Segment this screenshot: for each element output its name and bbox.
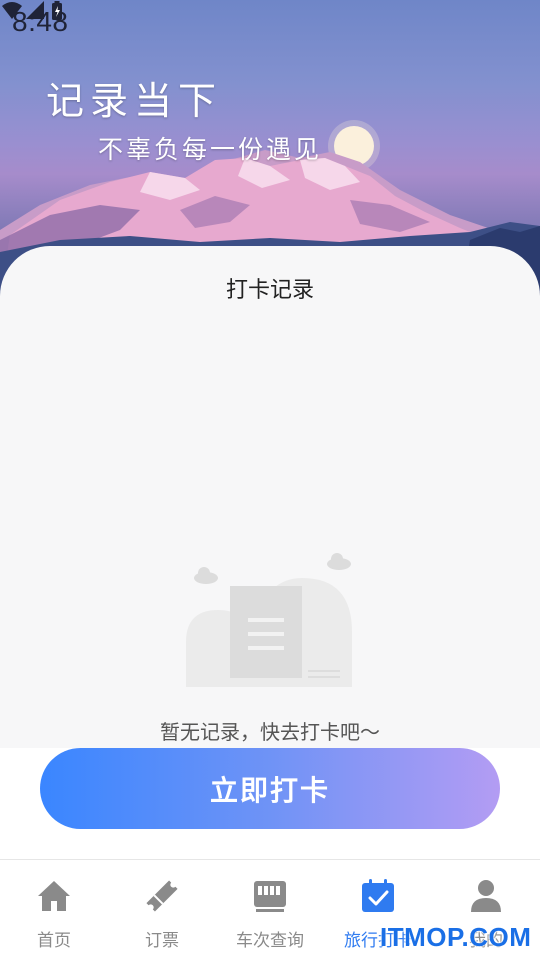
- nav-item-home[interactable]: 首页: [0, 860, 108, 960]
- hero-subtitle: 不辜负每一份遇见: [98, 135, 323, 164]
- cloud-icon: [327, 553, 351, 570]
- watermark: ITMOP.COM: [380, 922, 532, 952]
- calendar-check-icon: [362, 879, 394, 912]
- train-icon: [254, 881, 286, 912]
- status-icons: [2, 1, 62, 20]
- home-icon: [38, 881, 70, 911]
- card-title: 打卡记录: [225, 278, 314, 303]
- nav-label-home: 首页: [37, 931, 71, 951]
- checkin-records-card: 打卡记录 暂无记录，快去打卡吧～: [0, 246, 540, 748]
- nav-label-ticket: 订票: [145, 931, 179, 951]
- nav-item-train-search[interactable]: 车次查询: [216, 860, 324, 960]
- hero-title: 记录当下: [46, 79, 223, 123]
- user-icon: [471, 880, 501, 912]
- document-icon: [230, 586, 302, 678]
- cloud-icon: [194, 567, 218, 584]
- battery-icon: [52, 1, 62, 20]
- empty-state-illustration: [186, 553, 352, 687]
- wifi-icon: [2, 2, 22, 19]
- ticket-icon: [146, 880, 178, 912]
- checkin-now-button[interactable]: 立即打卡: [40, 748, 500, 829]
- nav-label-train-search: 车次查询: [236, 931, 304, 951]
- signal-icon: [26, 1, 44, 19]
- nav-item-ticket[interactable]: 订票: [108, 860, 216, 960]
- empty-state-text: 暂无记录，快去打卡吧～: [160, 720, 380, 744]
